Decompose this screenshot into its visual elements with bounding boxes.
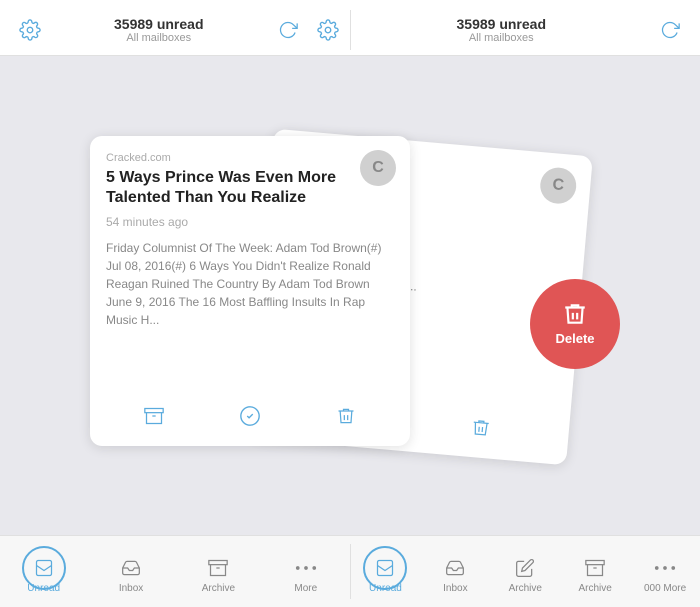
tab-more-left[interactable]: More	[262, 536, 349, 607]
tab-more-right-label: 000 More	[644, 583, 686, 594]
header-right-title: 35989 unread All mailboxes	[359, 16, 645, 44]
tab-unread-right[interactable]: Unread	[351, 536, 421, 607]
card-front-actions	[90, 400, 410, 432]
card-front-title: 5 Ways Prince Was Even More Talented Tha…	[106, 168, 394, 210]
all-mailboxes-right: All mailboxes	[469, 32, 534, 44]
settings-icon-left[interactable]	[16, 16, 44, 44]
tab-more-right[interactable]: 000 More	[630, 536, 700, 607]
header-left-title: 35989 unread All mailboxes	[56, 16, 262, 44]
tab-bar: Unread Inbox Archive	[0, 535, 700, 607]
header-left: 35989 unread All mailboxes	[16, 16, 342, 44]
tab-unread-left[interactable]: Unread	[0, 536, 87, 607]
tab-archive-right-label: Archive	[578, 583, 611, 594]
refresh-icon-left[interactable]	[274, 16, 302, 44]
check-button[interactable]	[234, 400, 266, 432]
header-right: 35989 unread All mailboxes	[359, 16, 685, 44]
more-icon-right	[654, 556, 676, 580]
archive-icon-left	[207, 556, 229, 580]
unread-count-right: 35989 unread	[457, 16, 547, 32]
inbox-icon-right	[444, 556, 466, 580]
card-back-trash-button[interactable]	[463, 410, 498, 445]
tab-archive-right[interactable]: Archive	[560, 536, 630, 607]
archive-button[interactable]	[138, 400, 170, 432]
card-front-avatar: C	[360, 150, 396, 186]
tab-archive-left-label: Archive	[202, 583, 235, 594]
tab-inbox-right[interactable]: Inbox	[420, 536, 490, 607]
pencil-icon-right	[514, 556, 536, 580]
delete-button[interactable]: Delete	[530, 279, 620, 369]
tab-archive-left[interactable]: Archive	[175, 536, 262, 607]
cards-container: C n More lize The Week: Adam Tod 6(#) 6 …	[60, 126, 640, 486]
gear-icon-left[interactable]	[314, 16, 342, 44]
header-divider	[350, 10, 351, 50]
delete-btn-label: Delete	[555, 331, 594, 346]
tab-unread-left-label: Unread	[27, 583, 60, 594]
archive-icon-right	[584, 556, 606, 580]
unread-count-left: 35989 unread	[114, 16, 204, 32]
tab-bar-left: Unread Inbox Archive	[0, 536, 350, 607]
tab-bar-right: Unread Inbox Archive	[351, 536, 700, 607]
tab-inbox-right-label: Inbox	[443, 583, 467, 594]
tab-unread-right-label: Unread	[369, 583, 402, 594]
all-mailboxes-left: All mailboxes	[126, 32, 191, 44]
inbox-icon-left	[120, 556, 142, 580]
unread-icon-left	[22, 556, 66, 580]
tab-pencil-right-label: Archive	[509, 583, 542, 594]
unread-icon-right	[363, 556, 407, 580]
header: 35989 unread All mailboxes 35989 unread …	[0, 0, 700, 56]
card-front-source: Cracked.com	[106, 152, 394, 164]
tab-inbox-left-label: Inbox	[119, 583, 143, 594]
tab-inbox-left[interactable]: Inbox	[87, 536, 174, 607]
trash-button[interactable]	[330, 400, 362, 432]
main-content: C n More lize The Week: Adam Tod 6(#) 6 …	[0, 56, 700, 535]
card-front[interactable]: C Cracked.com 5 Ways Prince Was Even Mor…	[90, 136, 410, 446]
refresh-icon-right[interactable]	[656, 16, 684, 44]
card-front-time: 54 minutes ago	[106, 215, 394, 229]
card-front-body: Friday Columnist Of The Week: Adam Tod B…	[106, 239, 394, 329]
more-icon-left	[295, 556, 317, 580]
tab-more-left-label: More	[294, 583, 317, 594]
tab-pencil-right[interactable]: Archive	[490, 536, 560, 607]
